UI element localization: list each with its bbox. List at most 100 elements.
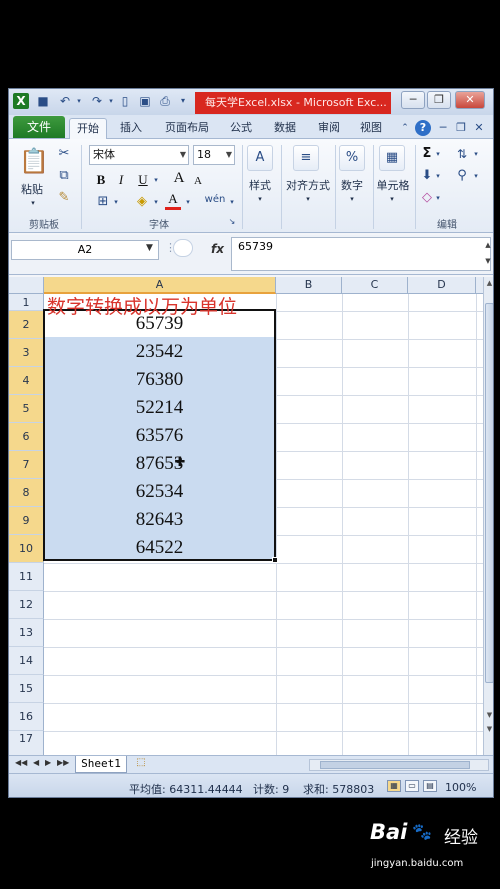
autosum-dropdown-icon[interactable]: ▾ — [433, 145, 443, 163]
underline-button[interactable]: U — [135, 171, 151, 189]
fill-color-dropdown-icon[interactable]: ▾ — [151, 193, 161, 211]
row-header-17[interactable]: 17 — [9, 731, 44, 755]
formula-input[interactable]: 65739 — [231, 237, 491, 271]
vertical-scroll-thumb[interactable] — [485, 303, 493, 683]
cell-a7[interactable]: 87653 — [45, 453, 274, 475]
row-header-11[interactable]: 11 — [9, 563, 44, 591]
alignment-button-label[interactable]: 对齐方式 — [283, 177, 333, 193]
row-header-5[interactable]: 5 — [9, 395, 44, 423]
insert-function-icon[interactable]: fx — [211, 242, 224, 256]
zoom-level[interactable]: 100% — [445, 781, 476, 794]
row-header-9[interactable]: 9 — [9, 507, 44, 535]
shrink-font-button[interactable]: A — [191, 172, 205, 190]
cell-a10[interactable]: 64522 — [45, 537, 274, 559]
last-sheet-icon[interactable]: ▶▶ — [57, 758, 69, 767]
horizontal-scroll-thumb[interactable] — [320, 761, 470, 769]
tab-page-layout[interactable]: 页面布局 — [157, 118, 217, 139]
undo-dropdown-icon[interactable]: ▾ — [71, 93, 87, 109]
close-button[interactable]: ✕ — [455, 91, 485, 109]
grow-font-button[interactable]: A — [171, 169, 187, 187]
ribbon-restore-icon[interactable]: ❐ — [453, 120, 469, 136]
cell-a3[interactable]: 23542 — [45, 341, 274, 363]
find-select-icon[interactable]: ⚲ — [451, 167, 473, 185]
cells-icon[interactable]: ▦ — [379, 145, 405, 171]
clear-dropdown-icon[interactable]: ▾ — [433, 189, 443, 207]
row-header-1[interactable]: 1 — [9, 294, 44, 311]
name-box[interactable]: A2 — [11, 240, 159, 260]
column-header-b[interactable]: B — [276, 277, 342, 294]
styles-dropdown-icon[interactable]: ▾ — [253, 195, 267, 203]
cell-a9[interactable]: 82643 — [45, 509, 274, 531]
borders-icon[interactable]: ⊞ — [95, 193, 111, 211]
column-header-e[interactable] — [476, 277, 483, 294]
cell-a2[interactable]: 65739 — [45, 313, 274, 335]
minimize-button[interactable]: ─ — [401, 91, 425, 109]
ribbon-close-icon[interactable]: ✕ — [471, 120, 487, 136]
select-all-button[interactable] — [9, 277, 44, 294]
cells-dropdown-icon[interactable]: ▾ — [385, 195, 399, 203]
scroll-down-icon[interactable]: ▼ — [484, 723, 493, 735]
number-dropdown-icon[interactable]: ▾ — [345, 195, 359, 203]
formula-expand-handle[interactable] — [173, 239, 193, 257]
paste-icon[interactable]: 📋 — [19, 145, 49, 177]
copy-icon[interactable]: ⧉ — [55, 167, 73, 185]
row-header-3[interactable]: 3 — [9, 339, 44, 367]
phonetic-dropdown-icon[interactable]: ▾ — [227, 193, 237, 211]
column-header-d[interactable]: D — [408, 277, 476, 294]
tab-formulas[interactable]: 公式 — [223, 118, 259, 139]
row-header-6[interactable]: 6 — [9, 423, 44, 451]
bold-button[interactable]: B — [93, 171, 109, 189]
scroll-down-icon[interactable]: ▼ — [484, 709, 493, 721]
print-preview-icon[interactable]: ▣ — [137, 93, 153, 109]
cell-a8[interactable]: 62534 — [45, 481, 274, 503]
underline-dropdown-icon[interactable]: ▾ — [151, 171, 161, 189]
normal-view-icon[interactable]: ▦ — [387, 780, 401, 792]
save-icon[interactable]: ■ — [35, 93, 51, 109]
fill-dropdown-icon[interactable]: ▾ — [433, 167, 443, 185]
number-format-icon[interactable]: % — [339, 145, 365, 171]
alignment-icon[interactable]: ≡ — [293, 145, 319, 171]
cell-a6[interactable]: 63576 — [45, 425, 274, 447]
tab-review[interactable]: 审阅 — [311, 118, 347, 139]
page-layout-view-icon[interactable]: ▭ — [405, 780, 419, 792]
insert-sheet-icon[interactable]: ⬚ — [133, 757, 149, 771]
prev-sheet-icon[interactable]: ◀ — [33, 758, 39, 767]
collapse-ribbon-icon[interactable]: ⌃ — [397, 120, 413, 136]
font-size-select[interactable]: 18 ▼ — [193, 145, 235, 165]
paste-dropdown-icon[interactable]: ▾ — [27, 199, 39, 207]
font-name-select[interactable]: 宋体 ▼ — [89, 145, 189, 165]
phonetic-guide-button[interactable]: wén — [203, 191, 227, 209]
styles-button-label[interactable]: 样式 — [243, 177, 277, 193]
number-button-label[interactable]: 数字 — [335, 177, 369, 193]
next-sheet-icon[interactable]: ▶ — [45, 758, 51, 767]
find-select-dropdown-icon[interactable]: ▾ — [471, 167, 481, 185]
excel-app-icon[interactable]: X — [13, 93, 29, 109]
font-color-dropdown-icon[interactable]: ▾ — [183, 193, 193, 211]
worksheet-grid[interactable]: A B C D 1 2 3 4 5 6 7 8 9 10 11 12 13 14… — [9, 277, 483, 755]
row-header-7[interactable]: 7 — [9, 451, 44, 479]
format-painter-icon[interactable]: ✎ — [55, 189, 73, 207]
tab-home[interactable]: 开始 — [69, 118, 107, 139]
tab-view[interactable]: 视图 — [353, 118, 389, 139]
column-header-c[interactable]: C — [342, 277, 408, 294]
new-document-icon[interactable]: ▯ — [117, 93, 133, 109]
alignment-dropdown-icon[interactable]: ▾ — [301, 195, 315, 203]
row-header-13[interactable]: 13 — [9, 619, 44, 647]
page-break-view-icon[interactable]: ▤ — [423, 780, 437, 792]
tab-insert[interactable]: 插入 — [113, 118, 149, 139]
first-sheet-icon[interactable]: ◀◀ — [15, 758, 27, 767]
row-header-8[interactable]: 8 — [9, 479, 44, 507]
cell-a4[interactable]: 76380 — [45, 369, 274, 391]
paste-button-label[interactable]: 粘贴 — [17, 181, 47, 197]
dialog-launcher-icon[interactable]: ↘ — [227, 213, 237, 231]
cut-icon[interactable]: ✂ — [55, 145, 73, 163]
row-header-16[interactable]: 16 — [9, 703, 44, 731]
borders-dropdown-icon[interactable]: ▾ — [111, 193, 121, 211]
sheet-tab-sheet1[interactable]: Sheet1 — [75, 756, 127, 773]
column-header-a[interactable]: A — [44, 277, 276, 294]
print-icon[interactable]: ⎙ — [157, 93, 173, 109]
sort-filter-dropdown-icon[interactable]: ▾ — [471, 145, 481, 163]
row-header-14[interactable]: 14 — [9, 647, 44, 675]
restore-button[interactable]: ❐ — [427, 91, 451, 109]
styles-icon[interactable]: A — [247, 145, 273, 171]
